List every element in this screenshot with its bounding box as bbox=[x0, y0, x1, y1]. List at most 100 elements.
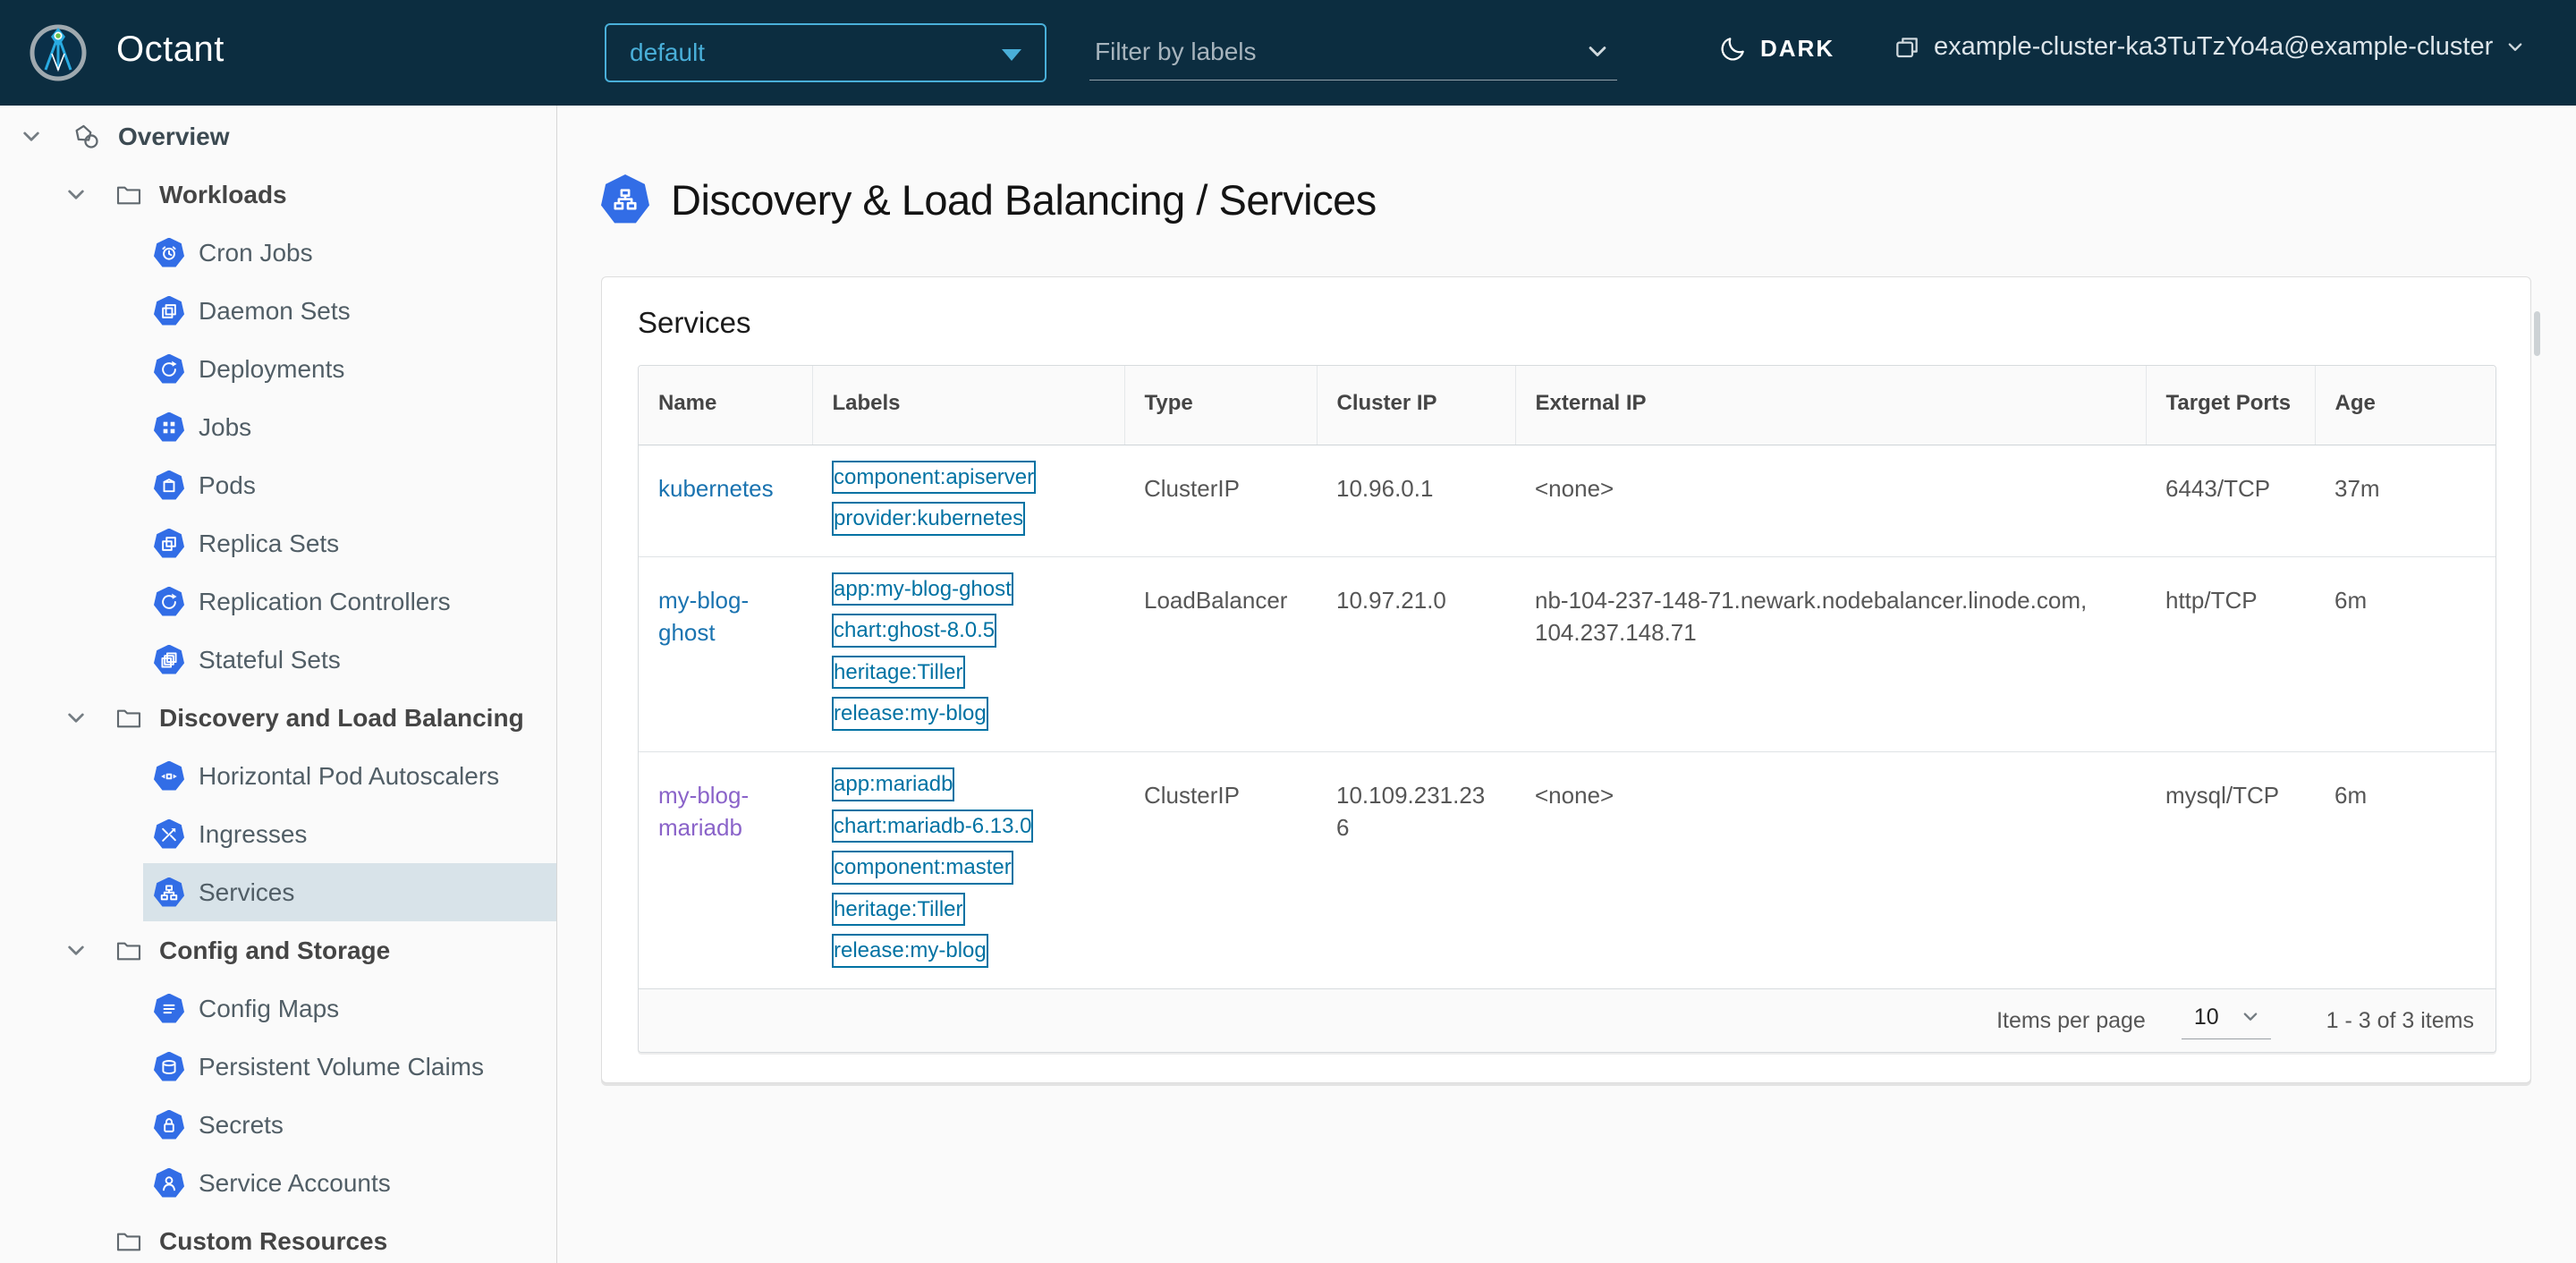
services-table: Name Labels Type Cluster IP External IP … bbox=[638, 365, 2496, 1054]
chevron-down-icon[interactable] bbox=[64, 707, 88, 730]
chevron-down-icon[interactable] bbox=[1585, 39, 1610, 64]
items-per-page-label: Items per page bbox=[1996, 1007, 2146, 1033]
cluster-icon bbox=[1896, 37, 1918, 57]
label-pill[interactable]: release:my-blog bbox=[832, 697, 988, 732]
sidebar-item-replication-controllers[interactable]: Replication Controllers bbox=[0, 572, 556, 631]
service-icon bbox=[601, 174, 649, 224]
external-ip-cell: <none> bbox=[1535, 474, 1614, 502]
chevron-down-icon[interactable] bbox=[20, 125, 43, 148]
sidebar-item-label: Overview bbox=[118, 122, 230, 150]
label-pill[interactable]: app:mariadb bbox=[832, 767, 955, 801]
service-link[interactable]: kubernetes bbox=[658, 475, 774, 502]
sidebar-item-config-maps[interactable]: Config Maps bbox=[0, 979, 556, 1038]
sidebar-nav: Overview Workloads Cron Jobs Daemon Sets… bbox=[0, 106, 557, 1263]
label-pill[interactable]: component:apiserver bbox=[832, 460, 1037, 495]
statefulset-icon bbox=[154, 644, 184, 674]
folder-icon bbox=[116, 1233, 141, 1250]
column-header-type: Type bbox=[1123, 366, 1317, 445]
sidebar-group-workloads[interactable]: Workloads bbox=[0, 165, 556, 224]
label-pill[interactable]: component:master bbox=[832, 851, 1013, 885]
cluster-context-selector[interactable]: example-cluster-ka3TuTzYo4a@example-clus… bbox=[1893, 32, 2525, 62]
sidebar-item-overview[interactable]: Overview bbox=[0, 107, 556, 165]
label-filter-placeholder: Filter by labels bbox=[1095, 37, 1257, 65]
sidebar-group-config-storage[interactable]: Config and Storage bbox=[0, 921, 556, 979]
sidebar-item-service-accounts[interactable]: Service Accounts bbox=[0, 1154, 556, 1212]
label-pill[interactable]: chart:mariadb-6.13.0 bbox=[832, 809, 1034, 843]
ingress-icon bbox=[154, 818, 184, 849]
label-pill[interactable]: heritage:Tiller bbox=[832, 655, 965, 690]
column-header-external-ip: External IP bbox=[1514, 366, 2146, 445]
sidebar-item-jobs[interactable]: Jobs bbox=[0, 398, 556, 456]
card-title: Services bbox=[638, 306, 751, 339]
folder-icon bbox=[116, 186, 141, 204]
label-pill[interactable]: release:my-blog bbox=[832, 934, 988, 969]
label-pill[interactable]: chart:ghost-8.0.5 bbox=[832, 614, 997, 648]
theme-toggle-label: DARK bbox=[1760, 34, 1835, 62]
scrollbar-thumb[interactable] bbox=[2534, 311, 2540, 356]
service-icon bbox=[154, 877, 184, 907]
deployment-icon bbox=[154, 353, 184, 384]
configmap-icon bbox=[154, 993, 184, 1023]
target-ports-cell: mysql/TCP bbox=[2146, 751, 2315, 989]
octant-logo-icon bbox=[30, 24, 87, 81]
namespace-select[interactable]: default bbox=[605, 23, 1046, 82]
sidebar-item-ingresses[interactable]: Ingresses bbox=[0, 805, 556, 863]
cluster-ip-cell: 10.109.231.236 bbox=[1317, 751, 1515, 989]
sidebar-item-cron-jobs[interactable]: Cron Jobs bbox=[0, 224, 556, 282]
replicaset-icon bbox=[154, 528, 184, 558]
job-icon bbox=[154, 411, 184, 442]
cluster-context-label: example-cluster-ka3TuTzYo4a@example-clus… bbox=[1934, 32, 2494, 61]
sidebar-item-persistent-volume-claims[interactable]: Persistent Volume Claims bbox=[0, 1038, 556, 1096]
overview-icon bbox=[75, 124, 98, 148]
service-link[interactable]: my-blog-ghost bbox=[658, 587, 749, 646]
label-pill[interactable]: heritage:Tiller bbox=[832, 892, 965, 927]
caret-down-icon bbox=[1002, 49, 1021, 61]
type-cell: LoadBalancer bbox=[1124, 555, 1317, 752]
label-pill[interactable]: provider:kubernetes bbox=[832, 502, 1026, 536]
daemonset-icon bbox=[154, 295, 184, 326]
services-card: Services Name Labels Type Cluster IP Ext… bbox=[601, 276, 2531, 1084]
folder-icon bbox=[116, 942, 141, 960]
table-row: kubernetes component:apiserver provider:… bbox=[639, 445, 2496, 556]
sidebar-item-deployments[interactable]: Deployments bbox=[0, 340, 556, 398]
type-cell: ClusterIP bbox=[1144, 474, 1240, 502]
dark-theme-toggle[interactable]: DARK bbox=[1719, 34, 1835, 63]
items-per-page-select[interactable]: 10 bbox=[2181, 1003, 2271, 1039]
table-row: my-blog-ghost app:my-blog-ghost chart:gh… bbox=[639, 555, 2496, 752]
column-header-target-ports: Target Ports bbox=[2145, 366, 2315, 445]
table-pagination: Items per page 10 1 - 3 of 3 items bbox=[639, 988, 2496, 1053]
age-cell: 6m bbox=[2315, 555, 2496, 752]
chevron-down-icon[interactable] bbox=[64, 183, 88, 207]
replicationcontroller-icon bbox=[154, 586, 184, 616]
sidebar-group-custom-resources[interactable]: Custom Resources bbox=[0, 1212, 556, 1263]
page-header: Discovery & Load Balancing / Services bbox=[601, 174, 2576, 225]
table-header-row: Name Labels Type Cluster IP External IP … bbox=[639, 366, 2496, 445]
label-pill[interactable]: app:my-blog-ghost bbox=[832, 572, 1013, 606]
sidebar-item-stateful-sets[interactable]: Stateful Sets bbox=[0, 631, 556, 689]
sidebar-item-replica-sets[interactable]: Replica Sets bbox=[0, 514, 556, 572]
sidebar-item-services[interactable]: Services bbox=[0, 863, 556, 921]
label-filter-input[interactable]: Filter by labels bbox=[1089, 23, 1617, 81]
cronjob-icon bbox=[154, 237, 184, 267]
column-header-name: Name bbox=[639, 366, 812, 445]
sidebar-item-pods[interactable]: Pods bbox=[0, 456, 556, 514]
external-ip-cell: nb-104-237-148-71.newark.nodebalancer.li… bbox=[1515, 555, 2146, 752]
pod-icon bbox=[154, 470, 184, 500]
service-link[interactable]: my-blog-mariadb bbox=[658, 782, 749, 841]
cluster-ip-cell: 10.97.21.0 bbox=[1317, 555, 1515, 752]
pagination-range: 1 - 3 of 3 items bbox=[2326, 1007, 2474, 1033]
serviceaccount-icon bbox=[154, 1167, 184, 1198]
sidebar-item-horizontal-pod-autoscalers[interactable]: Horizontal Pod Autoscalers bbox=[0, 747, 556, 805]
chevron-down-icon bbox=[2508, 42, 2522, 51]
external-ip-cell: <none> bbox=[1515, 751, 2146, 989]
chevron-down-icon bbox=[2243, 1013, 2257, 1021]
column-header-age: Age bbox=[2314, 366, 2496, 445]
sidebar-item-secrets[interactable]: Secrets bbox=[0, 1096, 556, 1154]
sidebar-item-daemon-sets[interactable]: Daemon Sets bbox=[0, 282, 556, 340]
sidebar-group-discovery[interactable]: Discovery and Load Balancing bbox=[0, 689, 556, 747]
cluster-ip-cell: 10.96.0.1 bbox=[1336, 474, 1434, 502]
secret-icon bbox=[154, 1109, 184, 1140]
chevron-down-icon[interactable] bbox=[64, 939, 88, 962]
column-header-labels: Labels bbox=[811, 366, 1124, 445]
pvc-icon bbox=[154, 1051, 184, 1081]
